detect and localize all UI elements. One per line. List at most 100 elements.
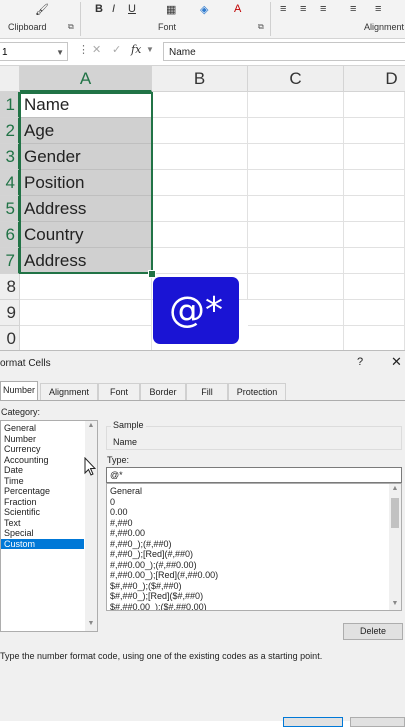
cancel-icon[interactable]: ✕ (92, 43, 101, 56)
category-item[interactable]: Time (1, 476, 84, 487)
scroll-up-icon[interactable]: ▲ (389, 485, 401, 492)
type-input[interactable]: @* (106, 467, 402, 483)
worksheet-grid[interactable]: A B C D 1 2 3 4 5 6 7 8 9 0 Name Age Gen… (0, 66, 405, 350)
row-header[interactable]: 8 (0, 274, 20, 300)
wrap-text-icon[interactable]: ≡ (350, 3, 356, 15)
scroll-thumb[interactable] (391, 498, 399, 528)
italic-icon[interactable]: I (112, 3, 115, 15)
font-color-icon[interactable]: A (234, 3, 241, 15)
cell-a7[interactable]: Address (20, 248, 152, 274)
format-painter-icon[interactable]: 🖌 (35, 3, 49, 16)
cell-a5[interactable]: Address (20, 196, 152, 222)
cell[interactable] (344, 196, 405, 222)
indent-icon[interactable]: ≡ (375, 3, 381, 15)
underline-icon[interactable]: U (128, 3, 136, 15)
cell[interactable] (248, 170, 344, 196)
format-code-item[interactable]: #,##0 (110, 518, 133, 529)
category-item[interactable]: Accounting (1, 455, 84, 466)
tab-alignment[interactable]: Alignment (40, 383, 98, 400)
chevron-down-icon[interactable]: ▼ (146, 45, 154, 54)
cell[interactable] (152, 118, 248, 144)
category-list[interactable]: General Number Currency Accounting Date … (0, 420, 98, 632)
row-header[interactable]: 9 (0, 300, 20, 326)
cell-a9[interactable] (20, 300, 152, 326)
category-scrollbar[interactable]: ▲ ▼ (85, 421, 97, 631)
format-code-item[interactable]: $#,##0_);[Red]($#,##0) (110, 591, 203, 602)
cell[interactable] (248, 248, 344, 274)
scroll-down-icon[interactable]: ▼ (85, 620, 97, 627)
cancel-button[interactable] (350, 717, 405, 727)
cell[interactable] (152, 170, 248, 196)
cell[interactable] (248, 222, 344, 248)
tab-font[interactable]: Font (98, 383, 140, 400)
row-header[interactable]: 0 (0, 326, 20, 350)
cell-a6[interactable]: Country (20, 222, 152, 248)
scroll-down-icon[interactable]: ▼ (389, 600, 401, 607)
format-code-item[interactable]: #,##0_);[Red](#,##0) (110, 549, 193, 560)
font-launcher-icon[interactable]: ⧉ (258, 22, 264, 32)
tab-protection[interactable]: Protection (228, 383, 286, 400)
cell[interactable] (248, 118, 344, 144)
category-item[interactable]: Percentage (1, 486, 84, 497)
cell[interactable] (344, 170, 405, 196)
cell[interactable] (344, 118, 405, 144)
align-right-icon[interactable]: ≡ (320, 3, 326, 15)
cell[interactable] (152, 222, 248, 248)
cell-a1[interactable]: Name (20, 92, 152, 118)
cell[interactable] (248, 196, 344, 222)
format-code-item[interactable]: #,##0.00_);(#,##0.00) (110, 560, 197, 571)
close-icon[interactable]: ✕ (391, 354, 402, 370)
scroll-up-icon[interactable]: ▲ (85, 422, 97, 429)
cell[interactable] (152, 196, 248, 222)
cell[interactable] (344, 300, 405, 326)
cell-a3[interactable]: Gender (20, 144, 152, 170)
cell[interactable] (344, 144, 405, 170)
format-code-item[interactable]: General (110, 486, 142, 497)
category-item[interactable]: Text (1, 518, 84, 529)
borders-icon[interactable]: ▦ (166, 3, 176, 16)
category-item[interactable]: Number (1, 434, 84, 445)
format-code-list[interactable]: General 0 0.00 #,##0 #,##0.00 #,##0_);(#… (106, 483, 402, 611)
cell[interactable] (344, 248, 405, 274)
row-header[interactable]: 7 (0, 248, 20, 274)
cell-a8[interactable] (20, 274, 152, 300)
format-code-item[interactable]: $#,##0_);($#,##0) (110, 581, 182, 592)
ok-button[interactable] (283, 717, 343, 727)
enter-icon[interactable]: ✓ (112, 43, 121, 56)
chevron-down-icon[interactable]: ▼ (56, 43, 64, 62)
category-item[interactable]: Special (1, 528, 84, 539)
category-item[interactable]: Scientific (1, 507, 84, 518)
cell-a10[interactable] (20, 326, 152, 350)
cell[interactable] (248, 92, 344, 118)
align-center-icon[interactable]: ≡ (300, 3, 306, 15)
column-header-d[interactable]: D (344, 66, 405, 92)
cell[interactable] (152, 92, 248, 118)
cell[interactable] (344, 326, 405, 350)
format-code-item[interactable]: #,##0.00_);[Red](#,##0.00) (110, 570, 218, 581)
cell[interactable] (344, 92, 405, 118)
tab-border[interactable]: Border (140, 383, 186, 400)
cell[interactable] (152, 248, 248, 274)
insert-function-icon[interactable]: fx (131, 43, 141, 56)
select-all-corner[interactable] (0, 66, 20, 92)
column-header-b[interactable]: B (152, 66, 248, 92)
help-button[interactable]: ? (357, 356, 363, 368)
cell[interactable] (248, 144, 344, 170)
row-header[interactable]: 2 (0, 118, 20, 144)
cell[interactable] (344, 274, 405, 300)
formula-input[interactable]: Name (163, 42, 405, 61)
row-header[interactable]: 5 (0, 196, 20, 222)
clipboard-launcher-icon[interactable]: ⧉ (68, 22, 74, 32)
category-item[interactable]: Date (1, 465, 84, 476)
cell[interactable] (248, 300, 344, 326)
format-code-item[interactable]: $#,##0.00_);($#,##0.00) (110, 602, 207, 611)
row-header[interactable]: 1 (0, 92, 20, 118)
row-header[interactable]: 4 (0, 170, 20, 196)
cell[interactable] (248, 326, 344, 350)
cell-a4[interactable]: Position (20, 170, 152, 196)
format-code-item[interactable]: #,##0.00 (110, 528, 145, 539)
category-item[interactable]: Fraction (1, 497, 84, 508)
fill-handle[interactable] (148, 270, 156, 278)
format-list-scrollbar[interactable]: ▲ ▼ (389, 484, 401, 610)
name-box[interactable]: 1 ▼ (0, 42, 68, 61)
